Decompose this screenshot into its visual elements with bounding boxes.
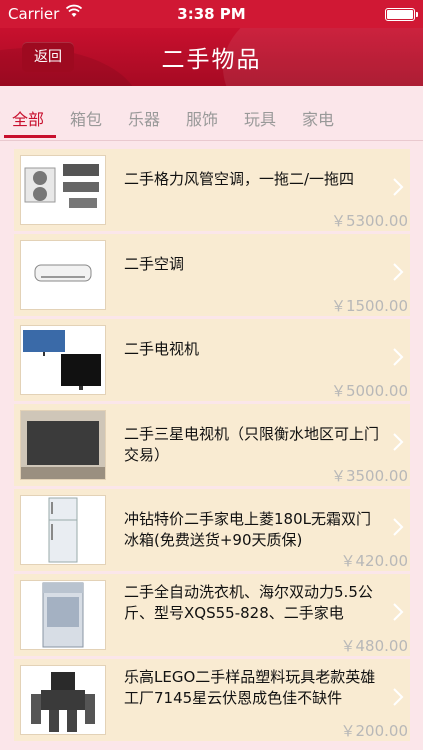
chevron-right-icon [393, 518, 404, 536]
product-price: ￥420.00 [340, 552, 409, 570]
product-price: ￥3500.00 [330, 467, 408, 485]
product-price: ￥1500.00 [330, 297, 408, 315]
samsung-tv-image [21, 411, 105, 479]
product-thumbnail [20, 325, 106, 395]
product-title: 二手三星电视机（只限衡水地区可上门交易） [124, 425, 380, 464]
list-item[interactable]: 二手格力风管空调，一拖二/一拖四 ￥5300.00 [14, 149, 410, 231]
wall-ac-image [34, 264, 92, 282]
list-item[interactable]: 乐高LEGO二手样品塑料玩具老款英雄工厂7145星云伏恩成色佳不缺件 ￥200.… [14, 659, 410, 741]
chevron-right-icon [393, 433, 404, 451]
lego-robot-image [31, 672, 95, 732]
list-item[interactable]: 二手电视机 ￥5000.00 [14, 319, 410, 401]
product-thumbnail [20, 410, 106, 480]
air-conditioner-image [24, 164, 99, 208]
tab-appliances[interactable]: 家电 [302, 106, 334, 130]
product-title: 冲钻特价二手家电上菱180L无霜双门冰箱(免费送货+90天质保) [124, 510, 371, 549]
product-title: 乐高LEGO二手样品塑料玩具老款英雄工厂7145星云伏恩成色佳不缺件 [124, 668, 376, 707]
battery-icon [385, 8, 418, 21]
chevron-right-icon [393, 603, 404, 621]
product-thumbnail [20, 495, 106, 565]
list-item[interactable]: 二手三星电视机（只限衡水地区可上门交易） ￥3500.00 [14, 404, 410, 486]
page-title: 二手物品 [161, 47, 262, 73]
tab-all[interactable]: 全部 [12, 106, 44, 130]
product-thumbnail [20, 155, 106, 225]
product-thumbnail [20, 240, 106, 310]
product-price: ￥5300.00 [330, 212, 408, 230]
tab-instruments[interactable]: 乐器 [128, 106, 160, 130]
active-tab-indicator [4, 135, 56, 138]
category-tabs: 全部 箱包 乐器 服饰 玩具 家电 [0, 86, 423, 141]
status-time: 3:38 PM [177, 5, 246, 23]
product-title: 二手格力风管空调，一拖二/一拖四 [124, 170, 355, 188]
product-list[interactable]: 二手格力风管空调，一拖二/一拖四 ￥5300.00 二手空调 ￥1500.00 … [0, 141, 423, 750]
product-title: 二手电视机 [124, 340, 200, 358]
chevron-right-icon [393, 263, 404, 281]
product-title: 二手空调 [124, 255, 185, 273]
chevron-right-icon [393, 178, 404, 196]
product-title: 二手全自动洗衣机、海尔双动力5.5公斤、型号XQS55-828、二手家电 [124, 583, 373, 622]
list-item[interactable]: 二手全自动洗衣机、海尔双动力5.5公斤、型号XQS55-828、二手家电 ￥48… [14, 574, 410, 656]
product-price: ￥200.00 [340, 722, 409, 740]
chevron-right-icon [393, 688, 404, 706]
tab-bags[interactable]: 箱包 [70, 106, 102, 130]
fridge-image [48, 497, 78, 563]
product-price: ￥480.00 [340, 637, 409, 655]
tab-clothing[interactable]: 服饰 [186, 106, 218, 130]
washer-image [42, 582, 84, 648]
tv-image [23, 330, 101, 390]
product-thumbnail [20, 580, 106, 650]
product-price: ￥5000.00 [330, 382, 408, 400]
product-thumbnail [20, 665, 106, 735]
chevron-right-icon [393, 348, 404, 366]
list-item[interactable]: 冲钻特价二手家电上菱180L无霜双门冰箱(免费送货+90天质保) ￥420.00 [14, 489, 410, 571]
navigation-bar: 返回 二手物品 [0, 28, 423, 86]
list-item[interactable]: 二手空调 ￥1500.00 [14, 234, 410, 316]
tab-toys[interactable]: 玩具 [244, 106, 276, 130]
status-bar: Carrier 3:38 PM [0, 0, 423, 28]
